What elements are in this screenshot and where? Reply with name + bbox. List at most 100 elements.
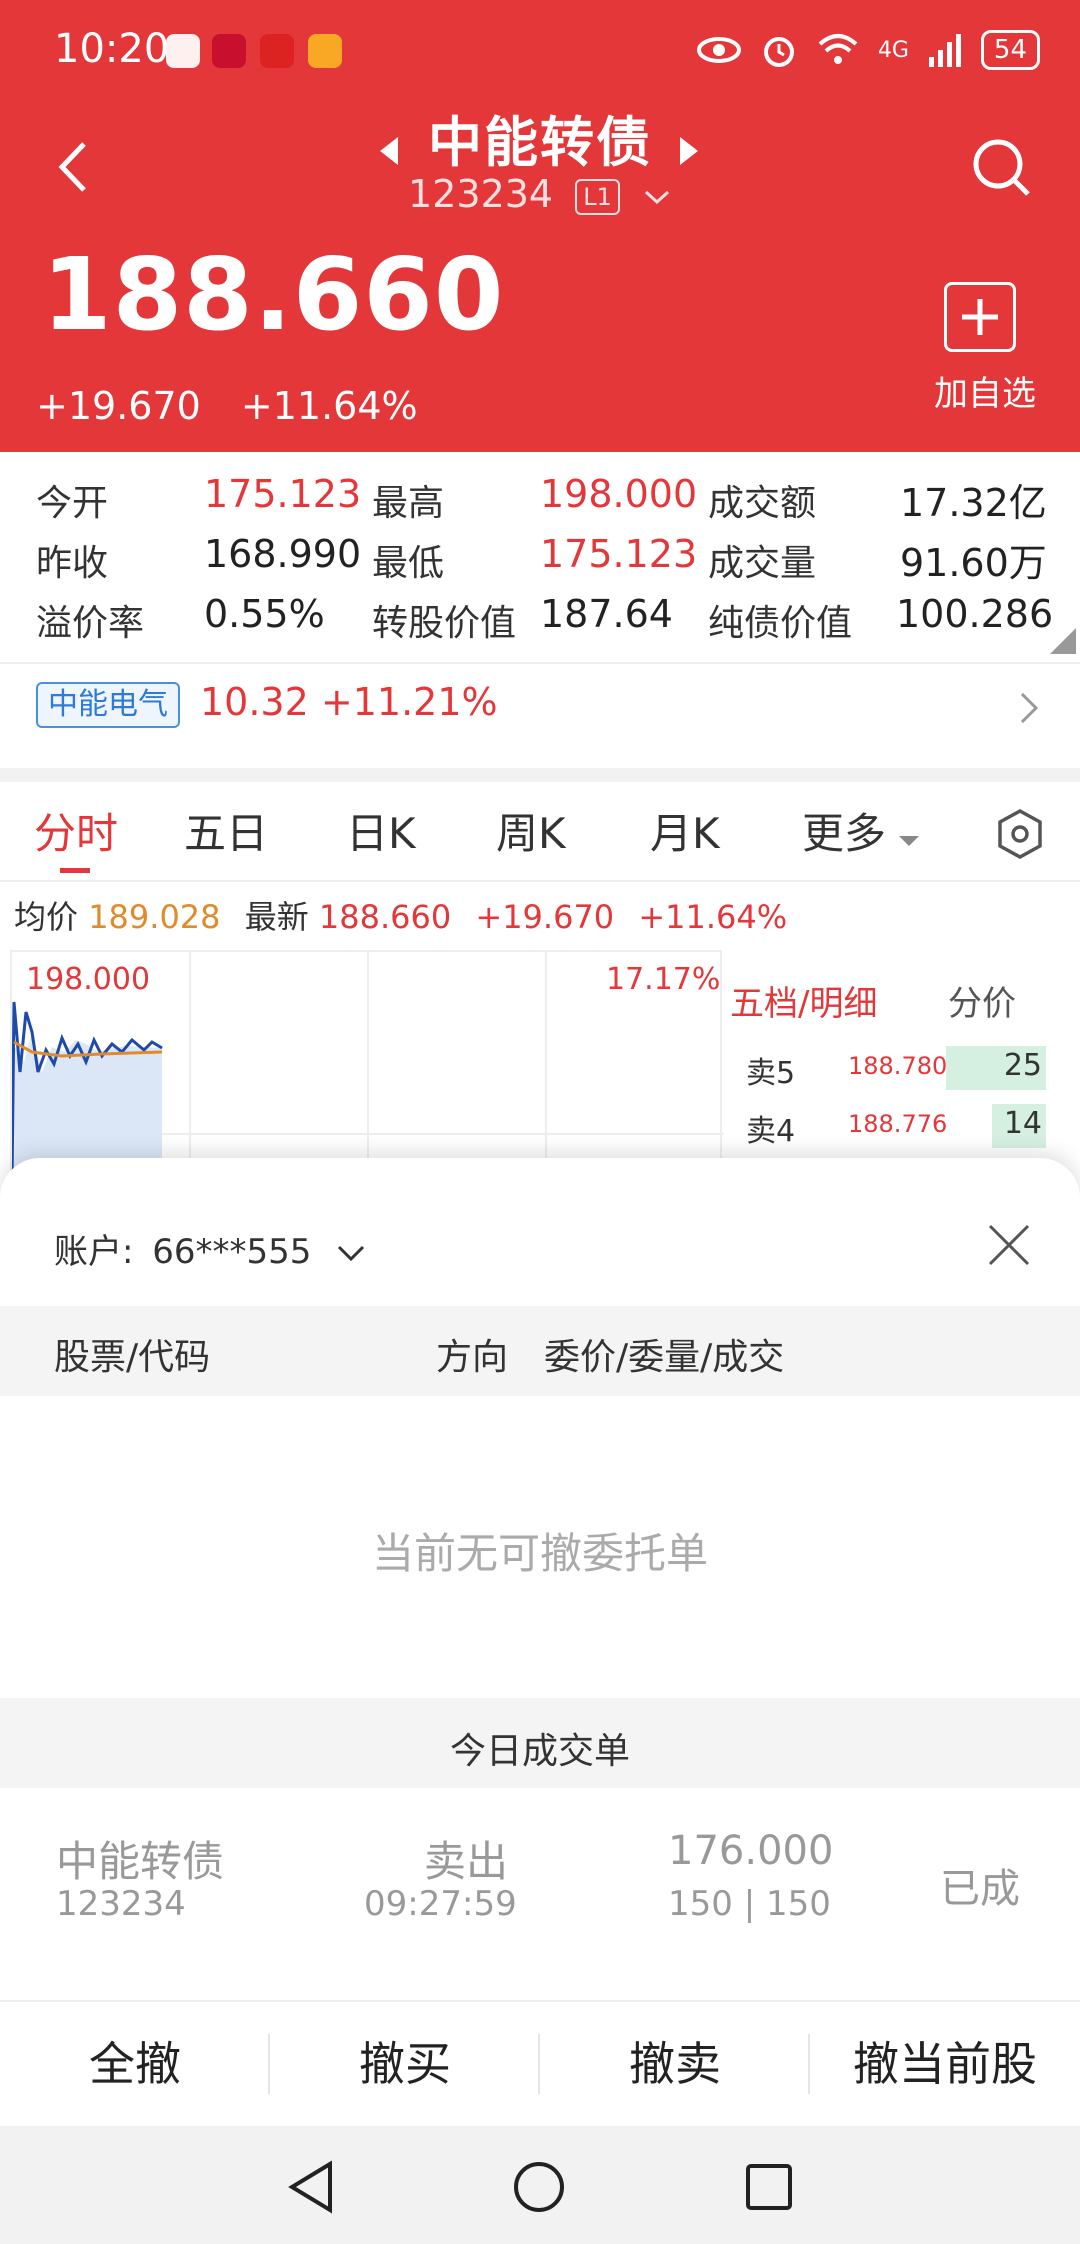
nav-home-icon[interactable] [512,2160,566,2214]
stat-label: 今开 [36,483,109,524]
stat-label: 溢价率 [36,603,145,644]
tab-more-label: 更多 [802,809,887,858]
tab-five-day[interactable]: 五日 [184,800,268,861]
stat-label: 昨收 [36,543,109,584]
table-header: 股票/代码 方向 委价/委量/成交 [0,1306,1080,1396]
ask-price: 188.780 [848,1052,948,1080]
account-label: 账户: [54,1232,134,1272]
tab-monthly-k[interactable]: 月K [650,800,720,861]
ask-label: 卖5 [746,1056,796,1091]
stat-value: 0.55% [204,592,325,636]
cancel-all-button[interactable]: 全撤 [0,2002,270,2126]
plus-icon [962,299,998,335]
chevron-down-icon [644,190,669,204]
order-book-tab-detail[interactable]: 五档/明细 [730,976,877,1025]
stat-value: 17.32亿 [900,481,1047,525]
today-trades-title: 今日成交单 [449,1731,630,1772]
network-type: 4G [877,37,909,63]
stat-label: 纯债价值 [708,603,853,644]
latest-change: +19.670 [475,898,615,936]
related-stock-row[interactable]: 中能电气 10.32 +11.21% [0,664,1080,768]
status-time: 10:20 [54,26,170,72]
stat-value: 187.64 [540,592,673,636]
search-icon[interactable] [970,136,1032,198]
related-stock-tag: 中能电气 [36,682,180,728]
signal-icon [928,34,961,67]
chart-info-line: 均价 189.028 最新 188.660 +19.670 +11.64% [14,892,787,938]
trade-time: 09:27:59 [364,1884,517,1924]
stock-code: 123234 [408,172,554,216]
close-icon[interactable] [986,1222,1032,1268]
stat-value: 91.60万 [900,541,1047,585]
stock-name: 中能转债 [428,111,652,174]
latest-value: 188.660 [318,898,452,936]
account-value: 66***555 [152,1232,312,1272]
stock-code-row[interactable]: 123234 L1 [0,172,1080,216]
tab-more[interactable]: 更多 [802,800,920,861]
quote-stats: 今开 175.123 最高 198.000 成交额 17.32亿 昨收 168.… [0,452,1080,662]
notification-app-icon [212,34,246,68]
stat-label: 最低 [372,543,445,584]
add-watchlist-label[interactable]: 加自选 [920,366,1050,415]
cancel-buy-button[interactable]: 撤买 [270,2002,540,2126]
action-bar: 全撤 撤买 撤卖 撤当前股 [0,2002,1080,2126]
nav-recents-icon[interactable] [744,2162,794,2212]
stat-label: 成交额 [708,483,817,524]
header-direction: 方向 [436,1337,509,1378]
related-price-value: 10.32 [200,680,309,724]
next-stock-icon[interactable] [678,137,698,165]
related-price: 10.32 +11.21% [200,680,498,724]
stat-value: 175.123 [204,472,362,516]
avg-label: 均价 [14,898,79,936]
account-selector[interactable]: 账户: 66***555 [54,1224,366,1273]
trade-qty: 150 | 150 [668,1884,831,1924]
tab-intraday[interactable]: 分时 [34,800,118,861]
header-stock-code: 股票/代码 [54,1337,211,1378]
system-nav-bar [0,2126,1080,2244]
section-gap [0,768,1080,782]
caret-down-icon [899,836,920,846]
alarm-icon [763,37,794,67]
level-badge: L1 [575,178,620,215]
trade-row[interactable]: 中能转债 123234 卖出 09:27:59 176.000 150 | 15… [0,1828,1080,1968]
cancel-sell-button[interactable]: 撤卖 [540,2002,810,2126]
trade-status: 已成 [940,1866,1020,1912]
notification-app-icon [308,34,342,68]
ask-volume: 25 [1003,1048,1042,1083]
cancel-order-sheet: 账户: 66***555 股票/代码 方向 委价/委量/成交 当前无可撤委托单 … [0,1158,1080,2244]
ask-volume: 14 [1003,1106,1042,1141]
change-percent: +11.64% [240,384,418,428]
chart-tabs: 分时 五日 日K 周K 月K 更多 [0,782,1080,880]
add-watchlist-button[interactable] [944,282,1016,352]
latest-label: 最新 [244,898,309,936]
order-book-tab-price[interactable]: 分价 [948,976,1016,1025]
intraday-chart[interactable]: 198.000 17.17% [10,950,724,1182]
stock-header: 10:20 4G 54 中能转债 123234 L1 188.660 +19.6… [0,0,1080,452]
cancel-current-stock-button[interactable]: 撤当前股 [810,2002,1080,2126]
trade-direction: 卖出 [424,1837,509,1886]
eye-icon [696,37,741,63]
status-icons: 4G 54 [696,28,1040,72]
settings-hexagon-icon[interactable] [996,808,1044,860]
expand-corner-icon[interactable] [1050,628,1076,654]
trade-price: 176.000 [668,1828,834,1874]
current-price: 188.660 [42,236,505,353]
order-book: 五档/明细 分价 卖5 188.780 25 卖4 188.776 14 [722,950,1080,1180]
chevron-down-icon [338,1245,365,1262]
related-change: +11.21% [320,680,498,724]
stat-label: 转股价值 [372,603,517,644]
stat-value: 175.123 [540,532,698,576]
price-change: +19.670 +11.64% [36,384,418,428]
stat-label: 最高 [372,483,445,524]
nav-back-icon[interactable] [286,2160,336,2214]
trade-stock-code: 123234 [56,1884,186,1924]
stat-label: 成交量 [708,543,817,584]
tab-daily-k[interactable]: 日K [346,800,416,861]
notification-app-icon [166,34,200,68]
wifi-icon [818,34,858,64]
chart-pct-max: 17.17% [606,962,721,997]
tab-weekly-k[interactable]: 周K [496,800,566,861]
active-tab-indicator [60,868,90,873]
chevron-right-icon [1020,692,1039,724]
today-trades-header: 今日成交单 [0,1698,1080,1788]
